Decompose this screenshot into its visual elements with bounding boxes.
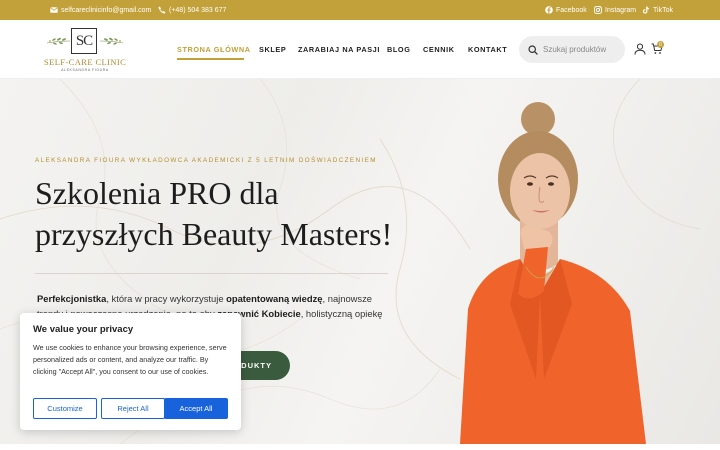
logo-subtitle: ALEKSANDRA FIOURA — [61, 68, 109, 72]
envelope-icon — [49, 6, 58, 15]
nav-sklep[interactable]: SKLEP — [259, 45, 286, 54]
cart-count-badge: 0 — [657, 41, 664, 48]
nav-active-indicator — [177, 58, 244, 60]
nav-zarabiaj-na-pasji[interactable]: ZARABIAJ NA PASJI — [298, 45, 380, 54]
search-input[interactable] — [543, 45, 621, 54]
hero-title-line-2: przyszłych Beauty Masters! — [35, 216, 393, 252]
hero-eyebrow: ALEKSANDRA FIOURA WYKŁADOWCA AKADEMICKI … — [35, 157, 377, 164]
hero-desc-text-1: , która w pracy wykorzystuje — [106, 293, 227, 304]
instagram-link[interactable]: Instagram — [593, 0, 636, 20]
hero-desc-bold-2: opatentowaną wiedzę — [226, 293, 323, 304]
site-header: SC SELF-CARE CLINIC ALEKSANDRA FIOURA ST… — [0, 20, 720, 79]
tiktok-label: TikTok — [653, 6, 673, 14]
phone-link[interactable]: (+48) 504 383 677 — [157, 0, 226, 20]
accept-all-button[interactable]: Accept All — [164, 398, 228, 419]
email-link[interactable]: selfcareclinicinfo@gmail.com — [49, 0, 151, 20]
nav-strona-glowna[interactable]: STRONA GŁÓWNA — [177, 45, 251, 54]
facebook-label: Facebook — [556, 6, 587, 14]
hair-bun — [521, 102, 555, 136]
user-account-icon[interactable] — [634, 43, 646, 55]
cookie-text: We use cookies to enhance your browsing … — [33, 343, 227, 376]
instagram-label: Instagram — [605, 6, 637, 14]
phone-icon — [157, 6, 166, 15]
hero-title-line-1: Szkolenia PRO dla — [35, 175, 279, 211]
top-bar: selfcareclinicinfo@gmail.com (+48) 504 3… — [0, 0, 720, 20]
reject-all-button[interactable]: Reject All — [101, 398, 165, 419]
face — [510, 153, 570, 229]
instagram-icon — [593, 6, 602, 15]
facebook-icon — [544, 6, 553, 15]
tiktok-icon — [641, 6, 650, 15]
hero-divider — [35, 273, 388, 274]
logo-name: SELF-CARE CLINIC — [44, 57, 127, 67]
logo-monogram: SC — [71, 28, 97, 54]
leaf-right-icon — [100, 37, 124, 45]
search-box[interactable] — [519, 36, 625, 63]
phone-text: (+48) 504 383 677 — [169, 6, 227, 14]
cookie-title: We value your privacy — [33, 324, 134, 335]
hero-title: Szkolenia PRO dla przyszłych Beauty Mast… — [35, 173, 392, 255]
facebook-link[interactable]: Facebook — [544, 0, 587, 20]
nav-blog[interactable]: BLOG — [387, 45, 410, 54]
site-logo[interactable]: SC SELF-CARE CLINIC ALEKSANDRA FIOURA — [44, 26, 126, 74]
nav-cennik[interactable]: CENNIK — [423, 45, 455, 54]
leaf-left-icon — [46, 37, 70, 45]
hero-bottom-strip — [0, 444, 720, 450]
hero-desc-bold-1: Perfekcjonistka — [37, 293, 107, 304]
hero-portrait — [460, 102, 646, 444]
nav-kontakt[interactable]: KONTAKT — [468, 45, 507, 54]
tiktok-link[interactable]: TikTok — [641, 0, 673, 20]
customize-button[interactable]: Customize — [33, 398, 97, 419]
email-text: selfcareclinicinfo@gmail.com — [61, 6, 152, 14]
search-icon — [528, 44, 538, 55]
cookie-consent-banner: We value your privacy We use cookies to … — [20, 313, 241, 430]
